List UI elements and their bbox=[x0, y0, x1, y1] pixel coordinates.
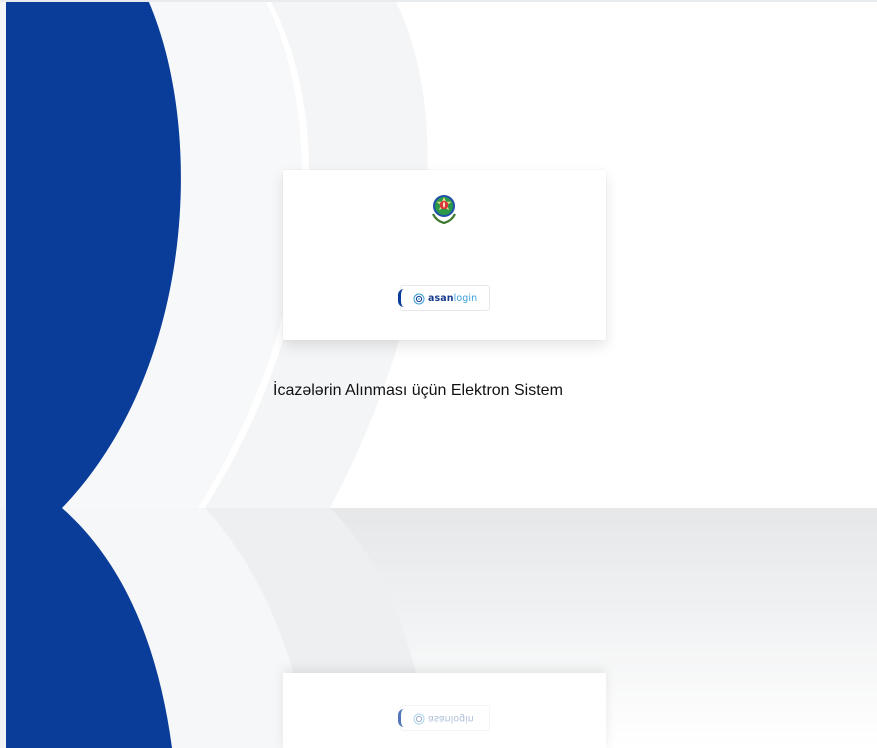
azerbaijan-emblem-icon bbox=[432, 195, 456, 224]
reflect-left-edge bbox=[0, 508, 6, 748]
reflect-accent-bar bbox=[398, 709, 404, 727]
asan-logo-icon bbox=[413, 713, 425, 725]
asan-login-label: asanlogin bbox=[428, 293, 478, 304]
asan-login-button[interactable]: asanlogin bbox=[398, 285, 490, 311]
button-accent-bar bbox=[398, 289, 404, 307]
reflected-brand-label: asanlogin bbox=[428, 713, 474, 724]
hero-section: asanlogin İcazələrin Alınması üçün Elekt… bbox=[0, 0, 877, 508]
login-card: asanlogin bbox=[283, 170, 606, 340]
reflection-section: asanlogin bbox=[0, 508, 877, 748]
left-edge bbox=[0, 0, 6, 508]
system-title: İcazələrin Alınması üçün Elektron Sistem bbox=[273, 382, 563, 399]
landing-page: asanlogin İcazələrin Alınması üçün Elekt… bbox=[0, 0, 877, 748]
reflected-asan-button: asanlogin bbox=[398, 705, 490, 731]
asan-logo-icon bbox=[413, 293, 425, 305]
top-border bbox=[0, 0, 877, 2]
reflected-login-card: asanlogin bbox=[283, 673, 606, 748]
